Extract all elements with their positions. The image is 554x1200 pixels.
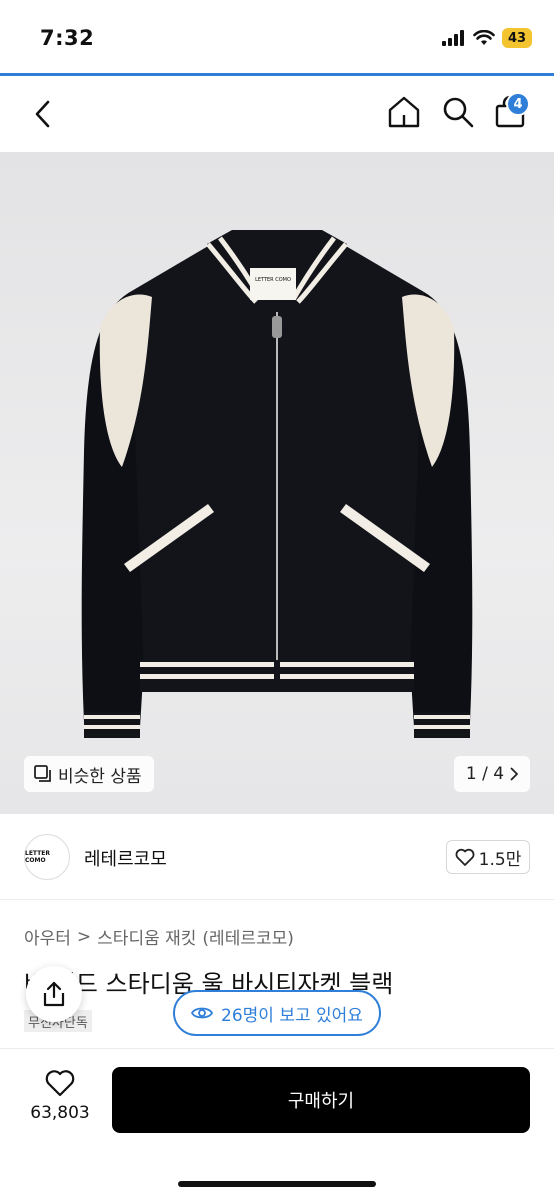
share-button[interactable] (26, 966, 82, 1022)
image-pager[interactable]: 1 / 4 (454, 756, 530, 792)
buy-button[interactable]: 구매하기 (112, 1067, 530, 1133)
breadcrumb-separator: > (76, 926, 92, 947)
nav-bar: 4 (0, 76, 554, 152)
back-button[interactable] (28, 96, 58, 132)
status-time: 7:32 (40, 26, 95, 50)
product-image: LETTER COMO (81, 230, 473, 738)
eye-icon (191, 1007, 214, 1019)
similar-products-icon (34, 765, 51, 782)
wifi-icon (473, 30, 495, 45)
bottom-action-bar: 63,803 구매하기 (0, 1048, 554, 1200)
chevron-right-icon (510, 767, 519, 781)
shop-row[interactable]: LETTER COMO 레테르코모 1.5만 (0, 814, 554, 900)
search-icon (443, 97, 474, 128)
similar-products-label: 비슷한 상품 (58, 766, 142, 787)
home-indicator (178, 1181, 376, 1187)
battery-indicator: 43 (502, 28, 532, 48)
breadcrumb-item[interactable]: (레테르코모) (202, 924, 293, 949)
jacket-label-text: LETTER COMO (255, 277, 291, 283)
wishlist-count: 63,803 (30, 1103, 90, 1123)
signal-icon (442, 30, 464, 46)
viewers-text: 26명이 보고 있어요 (221, 1005, 363, 1026)
wishlist-button[interactable]: 63,803 (24, 1069, 96, 1123)
shop-logo[interactable]: LETTER COMO (24, 834, 70, 880)
breadcrumb-item[interactable]: 스타디움 재킷 (97, 924, 196, 949)
status-icons: 43 (442, 28, 532, 48)
shop-like-count: 1.5만 (478, 849, 522, 870)
home-button[interactable] (386, 94, 422, 130)
product-image-gallery[interactable]: LETTER COMO 비슷한 상품 1 / 4 (0, 152, 554, 814)
breadcrumb-item[interactable]: 아우터 (24, 924, 71, 949)
cart-count-badge: 4 (506, 92, 530, 116)
shop-name[interactable]: 레테르코모 (84, 845, 167, 871)
image-pager-text: 1 / 4 (465, 764, 505, 784)
viewers-pill: 26명이 보고 있어요 (173, 990, 381, 1036)
breadcrumb: 아우터 > 스타디움 재킷 (레테르코모) (24, 924, 294, 950)
heart-icon (455, 848, 475, 866)
shop-like-button[interactable]: 1.5만 (446, 840, 530, 874)
search-button[interactable] (440, 94, 476, 130)
similar-products-button[interactable]: 비슷한 상품 (24, 756, 154, 792)
share-icon (43, 981, 65, 1007)
home-icon (388, 96, 420, 128)
heart-icon (45, 1070, 75, 1097)
chevron-left-icon (35, 100, 50, 128)
status-bar: 7:32 43 (0, 0, 554, 76)
